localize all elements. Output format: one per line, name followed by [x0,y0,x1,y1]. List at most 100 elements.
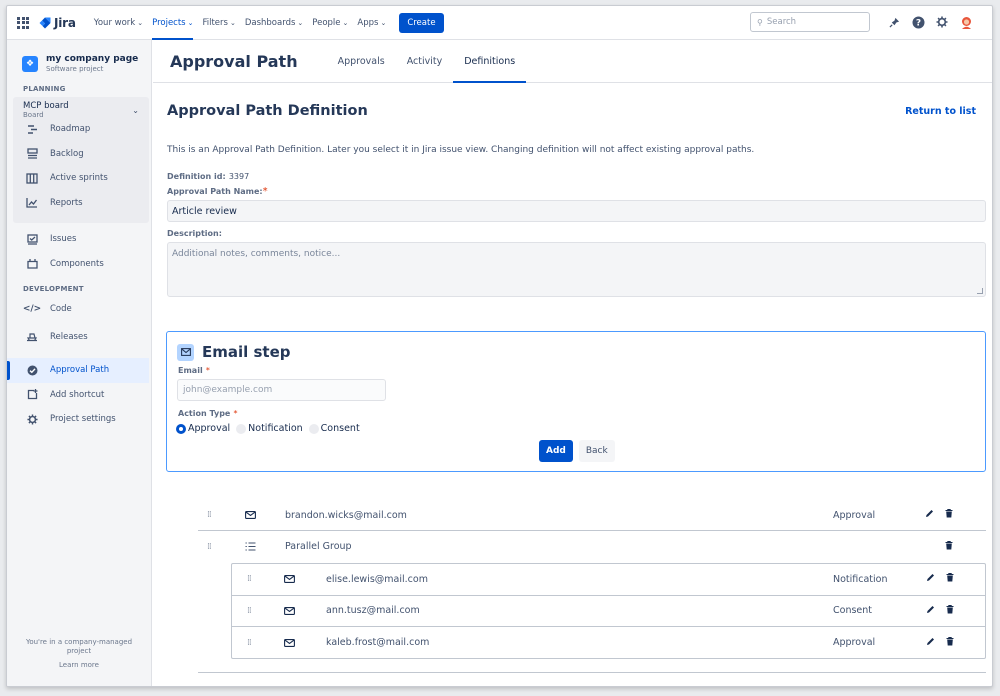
sidebar-item-label: Backlog [50,148,84,159]
radio-checked-icon [176,423,186,434]
edit-pencil-icon[interactable] [925,509,934,521]
tab-activity[interactable]: Activity [407,40,443,83]
create-button[interactable]: Create [399,12,444,33]
email-step-panel: Email step Email * john@example.com Acti… [166,331,986,472]
radio-label: Notification [248,423,303,434]
back-button[interactable]: Back [578,440,615,462]
sidebar-item-backlog[interactable]: Backlog [13,142,149,167]
step-email: ann.tusz@mail.com [326,605,420,617]
edit-pencil-icon[interactable] [926,573,935,585]
drag-handle-icon[interactable]: ⁞⁞ [247,606,252,616]
drag-handle-icon[interactable]: ⁞⁞ [247,638,252,648]
delete-trash-icon[interactable] [946,573,954,585]
email-step-title: Email step [202,343,291,361]
nav-people[interactable]: People ⌄ [312,6,348,40]
components-icon [25,258,39,269]
nav-dashboards[interactable]: Dashboards ⌄ [245,6,303,40]
nav-apps[interactable]: Apps ⌄ [357,6,386,40]
sidebar-footer: You're in a company-managed project Lear… [7,638,151,670]
delete-trash-icon[interactable] [946,636,954,649]
delete-trash-icon[interactable] [945,509,953,521]
board-columns-icon [25,173,39,184]
radio-approval[interactable]: Approval [176,423,230,434]
chevron-down-icon: ⌄ [137,18,144,27]
tab-approvals[interactable]: Approvals [338,40,385,83]
group-step-row: ⁞⁞ ann.tusz@mail.com Consent [232,596,985,627]
chevron-down-icon[interactable]: ⌄ [132,106,139,115]
step-type: Approval [833,509,876,521]
step-type: Notification [833,573,888,585]
envelope-icon [284,638,295,647]
nav-people-label: People [312,17,341,28]
return-to-list-link[interactable]: Return to list [905,106,976,117]
tab-definitions[interactable]: Definitions [453,40,527,83]
help-icon[interactable]: ? [908,12,928,32]
jira-logo[interactable]: Jira [39,16,76,30]
chevron-down-icon: ⌄ [342,18,349,27]
sidebar-item-label: Active sprints [50,173,108,184]
nav-projects-label: Projects [152,17,186,28]
drag-handle-icon[interactable]: ⁞⁞ [207,510,212,520]
sidebar-item-approval-path[interactable]: Approval Path [7,358,149,383]
learn-more-link[interactable]: Learn more [7,661,151,670]
jira-logo-text: Jira [54,15,76,30]
app-switcher-icon[interactable] [17,16,29,29]
definition-id: Definition id: 3397 [167,171,978,182]
approval-path-name-input[interactable]: Article review [167,200,986,222]
board-section: MCP board Board ⌄ Roadmap Backlog Active… [13,97,149,223]
resize-handle[interactable] [977,288,983,294]
email-label: Email [178,366,203,375]
search-icon: ⚲ [757,17,763,27]
project-type: Software project [46,65,104,73]
sidebar-item-active-sprints[interactable]: Active sprints [13,166,149,191]
action-type-radio-group: Approval Notification Consent [176,423,985,434]
page-title: Approval Path [170,51,298,71]
chevron-down-icon: ⌄ [380,18,387,27]
delete-trash-icon[interactable] [945,540,953,553]
settings-gear-icon[interactable] [932,12,952,32]
sidebar-item-issues[interactable]: Issues [7,227,151,252]
envelope-icon [284,575,295,584]
definition-intro: This is an Approval Path Definition. Lat… [167,145,755,155]
radio-consent[interactable]: Consent [308,423,360,434]
settings-gear-icon [25,414,39,425]
edit-pencil-icon[interactable] [926,605,935,617]
approval-steps-list: ⁞⁞ brandon.wicks@mail.com Approval ⁞⁞ Pa… [198,500,986,659]
svg-text:?: ? [915,18,920,28]
delete-trash-icon[interactable] [946,604,954,617]
step-email: brandon.wicks@mail.com [285,509,407,521]
group-step-row: ⁞⁞ elise.lewis@mail.com Notification [232,564,985,596]
email-field[interactable]: john@example.com [177,379,386,401]
parallel-group-label: Parallel Group [285,541,352,552]
step-email: elise.lewis@mail.com [326,573,428,585]
issues-icon [25,234,39,245]
edit-pencil-icon[interactable] [926,637,935,649]
nav-projects[interactable]: Projects ⌄ [152,6,194,40]
sidebar-item-components[interactable]: Components [7,252,151,277]
sidebar-item-code[interactable]: </> Code [7,297,151,322]
action-type-label: Action Type [178,409,231,418]
add-button[interactable]: Add [539,440,573,462]
board-selector[interactable]: MCP board [13,101,149,111]
project-header[interactable]: ❖ my company page Software project [7,40,151,73]
sidebar-item-add-shortcut[interactable]: Add shortcut [7,383,151,408]
drag-handle-icon[interactable]: ⁞⁞ [207,542,212,552]
sidebar-item-roadmap[interactable]: Roadmap [13,117,149,142]
top-navigation: Jira Your work ⌄ Projects ⌄ Filters ⌄ Dashb… [7,6,992,40]
notifications-icon[interactable] [884,12,904,32]
sidebar-item-releases[interactable]: Releases [7,325,151,350]
user-avatar[interactable] [956,12,976,32]
sidebar-item-project-settings[interactable]: Project settings [7,407,151,432]
nav-your-work[interactable]: Your work ⌄ [94,6,143,40]
page-header: Approval Path Approvals Activity Definit… [153,40,992,83]
nav-filters[interactable]: Filters ⌄ [202,6,235,40]
radio-notification[interactable]: Notification [236,423,303,434]
drag-handle-icon[interactable]: ⁞⁞ [247,574,252,584]
sidebar-item-reports[interactable]: Reports [13,191,149,216]
sidebar-item-label: Add shortcut [50,389,105,400]
radio-label: Approval [188,423,231,434]
reports-chart-icon [25,197,39,208]
chevron-down-icon: ⌄ [229,18,236,27]
search-input[interactable]: ⚲ Search [750,12,870,32]
description-textarea[interactable]: Additional notes, comments, notice... [167,242,986,297]
